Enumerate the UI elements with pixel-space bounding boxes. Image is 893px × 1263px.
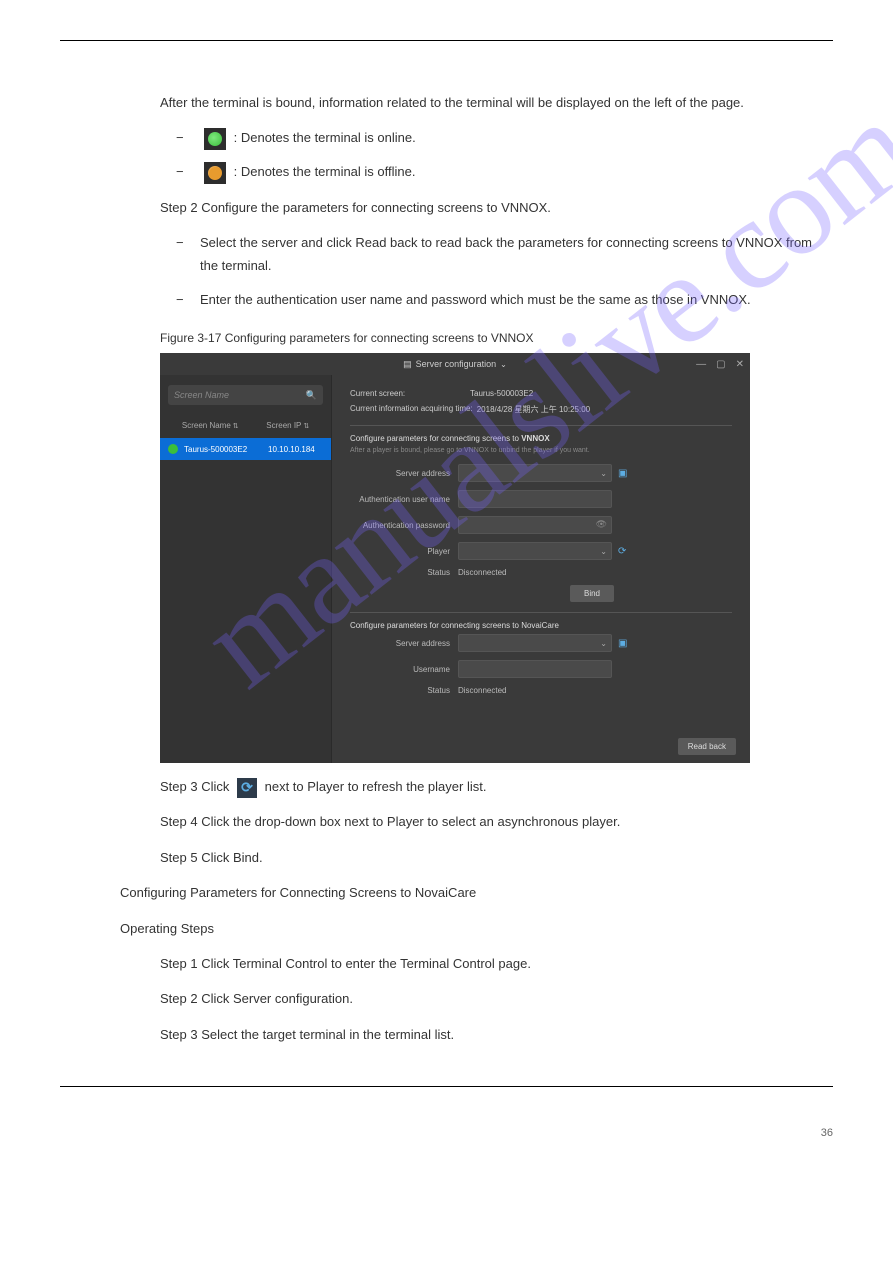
dash-item-online-text: : Denotes the terminal is online. bbox=[234, 130, 416, 145]
step4-line: Step 4 Click the drop-down box next to P… bbox=[160, 810, 833, 833]
sort-icon: ⇅ bbox=[233, 423, 239, 430]
column-header-ip[interactable]: Screen IP⇅ bbox=[253, 421, 323, 430]
server-config-icon[interactable]: ▣ bbox=[618, 468, 627, 479]
terminal-row-ip: 10.10.10.184 bbox=[260, 445, 323, 454]
auth-user-row: Authentication user name bbox=[350, 490, 732, 508]
op-steps-heading: Operating Steps bbox=[120, 917, 833, 940]
page-number: 36 bbox=[60, 1127, 833, 1139]
section-heading: Configuring Parameters for Connecting Sc… bbox=[120, 881, 833, 904]
current-screen-value: Taurus-500003E2 bbox=[470, 389, 533, 398]
vnnox-section-hint: After a player is bound, please go to VN… bbox=[350, 447, 732, 454]
step2-sub2: Enter the authentication user name and p… bbox=[200, 288, 833, 311]
chevron-down-icon: ⌄ bbox=[600, 639, 607, 648]
player-row: Player ⌄ ⟳ bbox=[350, 542, 732, 560]
step5-line: Step 5 Click Bind. bbox=[160, 846, 833, 869]
current-screen-label: Current screen: bbox=[350, 389, 470, 398]
bind-button-row: Bind bbox=[350, 585, 732, 602]
auth-user-input[interactable] bbox=[458, 490, 612, 508]
bind-button[interactable]: Bind bbox=[570, 585, 614, 602]
acq-time-value: 2018/4/28 星期六 上午 10:25:00 bbox=[477, 404, 590, 415]
current-screen-line: Current screen: Taurus-500003E2 bbox=[350, 389, 732, 398]
section-divider bbox=[350, 425, 732, 426]
terminal-list-header: Screen Name⇅ Screen IP⇅ bbox=[168, 417, 323, 434]
titlebar-center[interactable]: ▤ Server configuration ⌄ bbox=[403, 359, 507, 370]
acq-time-line: Current information acquiring time: 2018… bbox=[350, 404, 732, 415]
window-title: Server configuration bbox=[416, 359, 497, 369]
read-back-button[interactable]: Read back bbox=[678, 738, 736, 755]
acq-time-label: Current information acquiring time: bbox=[350, 404, 473, 415]
minimize-button[interactable]: — bbox=[696, 359, 706, 370]
vnnox-section-title: Configure parameters for connecting scre… bbox=[350, 434, 732, 443]
dash-item-offline-text: : Denotes the terminal is offline. bbox=[234, 164, 416, 179]
step2-lead: Step 2 Configure the parameters for conn… bbox=[160, 196, 833, 219]
column-header-name[interactable]: Screen Name⇅ bbox=[168, 421, 253, 430]
step3-line: Step 3 Click ⟳ next to Player to refresh… bbox=[160, 775, 833, 798]
search-icon: 🔍 bbox=[306, 390, 317, 401]
search-placeholder: Screen Name bbox=[174, 390, 229, 400]
novaicare-username-row: Username bbox=[350, 660, 732, 678]
search-input[interactable]: Screen Name 🔍 bbox=[168, 385, 323, 405]
terminal-row-name: Taurus-500003E2 bbox=[184, 445, 260, 454]
auth-pw-row: Authentication password bbox=[350, 516, 732, 534]
terminal-row-selected[interactable]: Taurus-500003E2 10.10.10.184 bbox=[160, 438, 331, 460]
player-label: Player bbox=[350, 547, 458, 556]
chevron-down-icon: ⌄ bbox=[500, 360, 507, 369]
novaicare-section-title: Configure parameters for connecting scre… bbox=[350, 621, 732, 630]
window-icon: ▤ bbox=[403, 359, 412, 370]
novaicare-server-config-icon[interactable]: ▣ bbox=[618, 638, 627, 649]
terminal-list-sidebar: Screen Name 🔍 Screen Name⇅ Screen IP⇅ Ta… bbox=[160, 375, 332, 763]
close-button[interactable]: ✕ bbox=[736, 359, 744, 370]
sort-icon: ⇅ bbox=[303, 423, 309, 430]
novaicare-server-select[interactable]: ⌄ bbox=[458, 634, 612, 652]
player-select[interactable]: ⌄ bbox=[458, 542, 612, 560]
auth-pw-input[interactable] bbox=[458, 516, 612, 534]
novaicare-username-label: Username bbox=[350, 665, 458, 674]
novaicare-server-label: Server address bbox=[350, 639, 458, 648]
auth-pw-label: Authentication password bbox=[350, 521, 458, 530]
novaicare-status-value: Disconnected bbox=[458, 686, 506, 695]
chevron-down-icon: ⌄ bbox=[600, 547, 607, 556]
vnnox-status-label: Status bbox=[350, 568, 458, 577]
bottom-step3: Step 3 Select the target terminal in the… bbox=[160, 1023, 833, 1046]
vnnox-status-value: Disconnected bbox=[458, 568, 506, 577]
dash-item-online: : Denotes the terminal is online. bbox=[200, 126, 833, 150]
section-divider bbox=[350, 612, 732, 613]
bottom-horizontal-rule bbox=[60, 1086, 833, 1087]
refresh-icon: ⟳ bbox=[237, 778, 257, 798]
maximize-button[interactable]: ▢ bbox=[716, 359, 725, 370]
status-dot-icon bbox=[168, 444, 178, 454]
server-address-label: Server address bbox=[350, 469, 458, 478]
server-address-select[interactable]: ⌄ bbox=[458, 464, 612, 482]
online-status-icon bbox=[204, 128, 226, 150]
step2-sub1: Select the server and click Read back to… bbox=[200, 231, 833, 278]
auth-user-label: Authentication user name bbox=[350, 495, 458, 504]
main-panel: Current screen: Taurus-500003E2 Current … bbox=[332, 375, 750, 763]
novaicare-username-input[interactable] bbox=[458, 660, 612, 678]
readback-button-row: Read back bbox=[678, 738, 736, 755]
vnnox-status-row: Status Disconnected bbox=[350, 568, 732, 577]
intro-paragraph: After the terminal is bound, information… bbox=[160, 91, 833, 114]
novaicare-server-row: Server address ⌄ ▣ bbox=[350, 634, 732, 652]
top-horizontal-rule bbox=[60, 40, 833, 41]
dash-item-offline: : Denotes the terminal is offline. bbox=[200, 160, 833, 184]
window-controls: — ▢ ✕ bbox=[696, 353, 744, 375]
window-titlebar: ▤ Server configuration ⌄ — ▢ ✕ bbox=[160, 353, 750, 375]
bottom-step1: Step 1 Click Terminal Control to enter t… bbox=[160, 952, 833, 975]
novaicare-status-label: Status bbox=[350, 686, 458, 695]
novaicare-status-row: Status Disconnected bbox=[350, 686, 732, 695]
server-config-window: ▤ Server configuration ⌄ — ▢ ✕ Screen Na… bbox=[160, 353, 750, 763]
offline-status-icon bbox=[204, 162, 226, 184]
figure-caption: Figure 3-17 Configuring parameters for c… bbox=[160, 331, 833, 345]
server-address-row: Server address ⌄ ▣ bbox=[350, 464, 732, 482]
bottom-step2: Step 2 Click Server configuration. bbox=[160, 987, 833, 1010]
chevron-down-icon: ⌄ bbox=[600, 469, 607, 478]
refresh-player-icon[interactable]: ⟳ bbox=[618, 546, 626, 557]
